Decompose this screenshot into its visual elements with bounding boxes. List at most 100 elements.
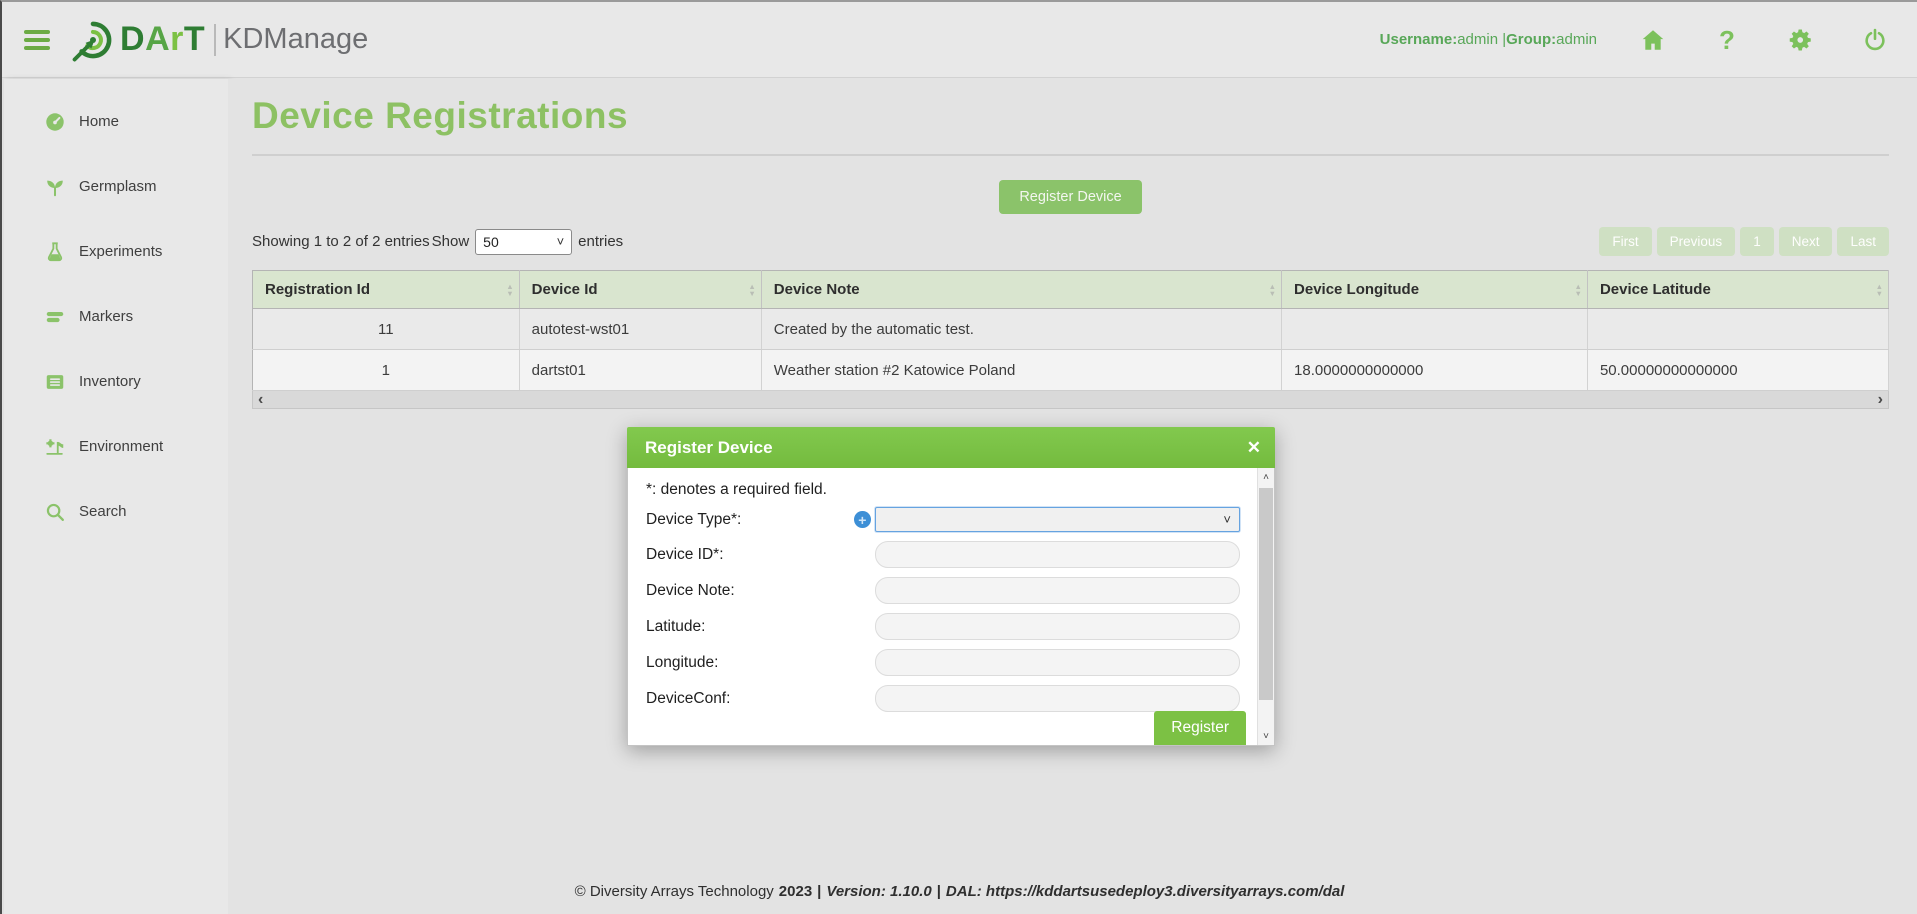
scroll-down-icon[interactable]: ˅ [1258, 727, 1274, 745]
cell-device-id: dartst01 [519, 350, 761, 391]
device-type-label: Device Type*: [646, 511, 854, 529]
dashboard-icon [44, 111, 66, 133]
markers-icon [44, 306, 66, 328]
device-note-label: Device Note: [646, 582, 854, 600]
sidebar-item-home[interactable]: Home [4, 89, 228, 154]
search-icon [44, 501, 66, 523]
deviceconf-label: DeviceConf: [646, 690, 854, 708]
pagination-next-button[interactable]: Next [1779, 227, 1833, 256]
column-header-device-latitude[interactable]: Device Latitude▲▼ [1587, 271, 1888, 309]
footer-year: 2023 [779, 883, 812, 900]
longitude-label: Longitude: [646, 654, 854, 672]
sidebar: Home Germplasm Experiments Markers Inven… [4, 79, 228, 914]
sidebar-item-inventory[interactable]: Inventory [4, 349, 228, 414]
page-length-value: 50 [476, 234, 499, 250]
column-header-registration-id[interactable]: Registration Id▲▼ [253, 271, 520, 309]
sidebar-item-markers[interactable]: Markers [4, 284, 228, 349]
device-id-input[interactable] [875, 541, 1240, 568]
register-submit-button[interactable]: Register [1154, 711, 1246, 745]
scrollbar-thumb[interactable] [1259, 488, 1273, 700]
longitude-input[interactable] [875, 649, 1240, 676]
flask-icon [44, 241, 66, 263]
sort-icon: ▲▼ [506, 283, 513, 297]
footer: © Diversity Arrays Technology 2023 | Ver… [2, 883, 1917, 900]
pagination-first-button[interactable]: First [1599, 227, 1651, 256]
environment-icon [44, 436, 66, 458]
scroll-up-icon[interactable]: ˄ [1258, 468, 1274, 486]
cell-device-latitude [1587, 309, 1888, 350]
help-icon[interactable]: ? [1713, 26, 1741, 54]
scroll-right-icon[interactable]: › [1878, 393, 1883, 407]
table-row[interactable]: 1 dartst01 Weather station #2 Katowice P… [253, 350, 1889, 391]
pagination-page-1-button[interactable]: 1 [1740, 227, 1774, 256]
column-header-device-id[interactable]: Device Id▲▼ [519, 271, 761, 309]
entries-label: entries [578, 233, 623, 250]
sidebar-item-label: Experiments [79, 243, 162, 260]
sidebar-item-germplasm[interactable]: Germplasm [4, 154, 228, 219]
brand-dart-text: DArT [120, 20, 205, 59]
footer-separator: | [937, 883, 941, 900]
power-icon[interactable] [1861, 26, 1889, 54]
column-header-device-longitude[interactable]: Device Longitude▲▼ [1282, 271, 1588, 309]
column-header-device-note[interactable]: Device Note▲▼ [761, 271, 1281, 309]
sidebar-item-environment[interactable]: Environment [4, 414, 228, 479]
deviceconf-input[interactable] [875, 685, 1240, 712]
footer-dal-url: DAL: https://kddartsusedeploy3.diversity… [946, 883, 1344, 900]
app-header: DArT KDManage Username:admin |Group:admi… [2, 2, 1917, 78]
sidebar-item-experiments[interactable]: Experiments [4, 219, 228, 284]
sort-icon: ▲▼ [1269, 283, 1276, 297]
username-label: Username: [1380, 31, 1458, 48]
cell-device-note: Weather station #2 Katowice Poland [761, 350, 1281, 391]
modal-body: *: denotes a required field. Device Type… [627, 468, 1275, 746]
dart-logo-icon [70, 17, 116, 63]
sidebar-item-label: Markers [79, 308, 133, 325]
cell-registration-id: 1 [253, 350, 520, 391]
required-field-note: *: denotes a required field. [646, 481, 1240, 499]
add-device-type-icon[interactable]: + [854, 511, 871, 528]
page-length-select[interactable]: 50 ˅ [475, 229, 572, 255]
sidebar-item-search[interactable]: Search [4, 479, 228, 544]
sidebar-item-label: Environment [79, 438, 163, 455]
chevron-down-icon: ˅ [557, 234, 565, 249]
register-device-button[interactable]: Register Device [999, 180, 1141, 214]
footer-separator: | [817, 883, 821, 900]
footer-version: Version: 1.10.0 [826, 883, 931, 900]
footer-copyright: © Diversity Arrays Technology [575, 883, 774, 900]
group-value: admin [1556, 31, 1597, 48]
sidebar-item-label: Home [79, 113, 119, 130]
seedling-icon [44, 176, 66, 198]
cell-device-id: autotest-wst01 [519, 309, 761, 350]
latitude-input[interactable] [875, 613, 1240, 640]
pagination-last-button[interactable]: Last [1837, 227, 1889, 256]
sidebar-item-label: Search [79, 503, 127, 520]
modal-scrollbar[interactable]: ˄ ˅ [1257, 468, 1274, 745]
cell-device-latitude: 50.00000000000000 [1587, 350, 1888, 391]
device-type-select[interactable]: ˅ [875, 507, 1240, 532]
table-row[interactable]: 11 autotest-wst01 Created by the automat… [253, 309, 1889, 350]
page-title: Device Registrations [252, 95, 1889, 137]
gear-icon[interactable] [1787, 26, 1815, 54]
brand-logo[interactable]: DArT KDManage [70, 17, 368, 63]
modal-header: Register Device ✕ [627, 427, 1275, 468]
pagination-previous-button[interactable]: Previous [1657, 227, 1736, 256]
user-info: Username:admin |Group:admin [1380, 31, 1597, 48]
showing-entries-text: Showing 1 to 2 of 2 entries [252, 233, 430, 250]
sidebar-item-label: Inventory [79, 373, 141, 390]
group-label: Group: [1506, 31, 1556, 48]
hamburger-menu-icon[interactable] [20, 26, 54, 54]
cell-device-longitude [1282, 309, 1588, 350]
cell-device-longitude: 18.0000000000000 [1282, 350, 1588, 391]
inventory-box-icon [44, 371, 66, 393]
device-note-input[interactable] [875, 577, 1240, 604]
device-registrations-table: Registration Id▲▼ Device Id▲▼ Device Not… [252, 270, 1889, 391]
register-device-modal: Register Device ✕ *: denotes a required … [627, 427, 1275, 746]
username-value: admin [1457, 31, 1502, 48]
close-icon[interactable]: ✕ [1247, 439, 1261, 456]
cell-registration-id: 11 [253, 309, 520, 350]
sort-icon: ▲▼ [748, 283, 755, 297]
show-label: Show [432, 233, 470, 250]
device-id-label: Device ID*: [646, 546, 854, 564]
home-icon[interactable] [1639, 26, 1667, 54]
table-horizontal-scrollbar[interactable]: ‹ › [252, 391, 1889, 409]
scroll-left-icon[interactable]: ‹ [258, 393, 263, 407]
